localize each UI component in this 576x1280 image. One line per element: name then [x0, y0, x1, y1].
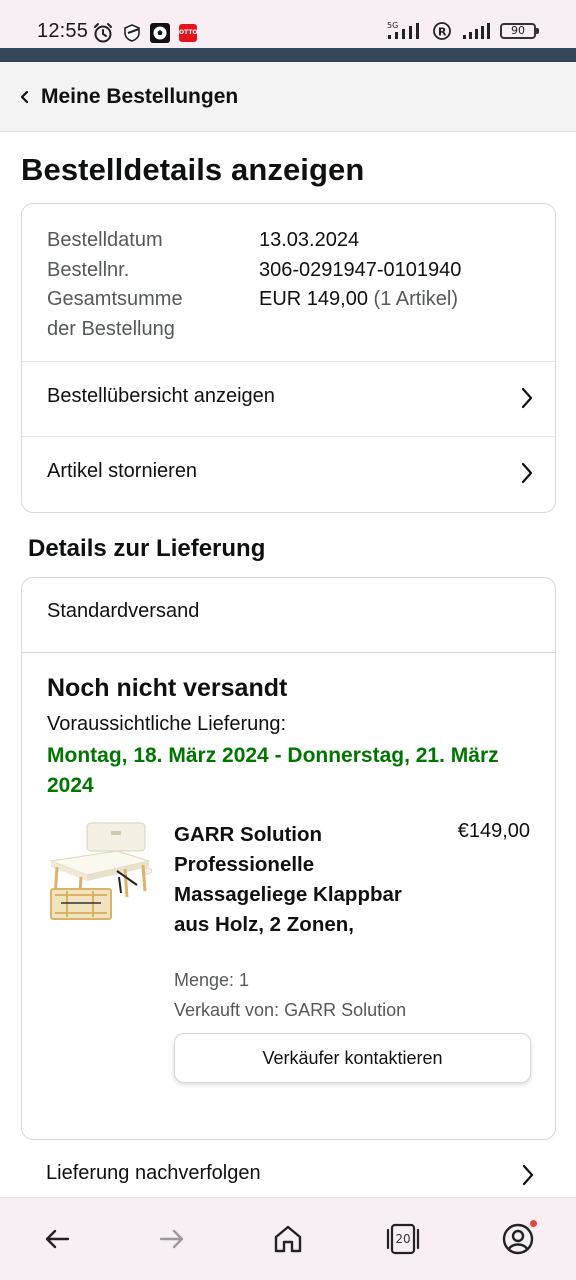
back-navigation-bar[interactable]: Meine Bestellungen — [0, 62, 576, 132]
tab-count: 20 — [395, 1232, 411, 1246]
cancel-items-label[interactable]: Artikel stornieren — [47, 460, 197, 483]
shield-icon — [124, 24, 140, 42]
expected-delivery-label: Voraussichtliche Lieferung: — [47, 713, 287, 735]
svg-text:R: R — [438, 26, 447, 39]
chevron-right-icon[interactable] — [522, 1164, 534, 1186]
chevron-right-icon[interactable] — [521, 387, 533, 409]
order-summary-card: Bestelldatum 13.03.2024 Bestellnr. 306-0… — [21, 203, 556, 513]
product-quantity: Menge: 1 — [174, 970, 250, 990]
delivery-card: Standardversand Noch nicht versandt Vora… — [21, 577, 556, 1140]
cancel-items-link[interactable]: Artikel stornieren — [22, 436, 555, 511]
order-number-value: 306-0291947-0101940 — [259, 258, 462, 281]
status-icons-left: OTTO — [92, 22, 198, 44]
expected-delivery-date: Montag, 18. März 2024 - Donnerstag, 21. … — [47, 744, 499, 797]
product-title[interactable]: GARR Solution Professionelle Massagelieg… — [174, 820, 424, 940]
account-button[interactable] — [501, 1220, 537, 1256]
view-order-summary-label[interactable]: Bestellübersicht anzeigen — [47, 385, 275, 408]
notification-dot — [530, 1220, 537, 1227]
roaming-icon: R — [433, 22, 451, 40]
shipping-method: Standardversand — [47, 600, 200, 622]
alarm-icon — [94, 23, 112, 43]
contact-seller-button[interactable]: Verkäufer kontaktieren — [174, 1033, 531, 1083]
signal-icon — [463, 23, 490, 39]
order-total-value: EUR 149,00 (1 Artikel) — [259, 285, 458, 315]
status-icons-right: 5G R 90 — [386, 21, 539, 41]
otto-label: OTTO — [179, 29, 198, 36]
order-total-label-line1: Gesamtsumme — [47, 288, 183, 310]
view-order-summary-link[interactable]: Bestellübersicht anzeigen — [22, 361, 555, 436]
order-number-label: Bestellnr. — [47, 258, 130, 281]
svg-text:5G: 5G — [387, 21, 398, 30]
home-icon[interactable] — [271, 1222, 305, 1256]
order-total-amount: EUR 149,00 — [259, 288, 368, 310]
signal-5g-icon: 5G — [387, 21, 419, 39]
page-title: Bestelldetails anzeigen — [21, 152, 365, 187]
order-total-label-line2: der Bestellung — [47, 317, 175, 340]
status-bar: 12:55 OTTO 5G R 90 — [0, 0, 576, 48]
divider — [22, 652, 555, 653]
order-date-label: Bestelldatum — [47, 229, 163, 251]
order-date-value: 13.03.2024 — [259, 229, 360, 251]
tabs-button[interactable]: 20 — [386, 1222, 420, 1256]
otto-app-icon: OTTO — [179, 24, 198, 42]
account-icon[interactable] — [501, 1222, 535, 1256]
product-image[interactable] — [47, 821, 152, 926]
track-delivery-link[interactable]: Lieferung nachverfolgen — [21, 1140, 556, 1198]
product-seller: Verkauft von: GARR Solution — [174, 1000, 407, 1020]
battery-icon: 90 — [500, 23, 539, 39]
browser-bottom-nav: 20 — [0, 1197, 576, 1280]
shipment-status: Noch nicht versandt — [47, 674, 288, 702]
delivery-section-title: Details zur Lieferung — [28, 535, 266, 562]
chevron-left-icon[interactable] — [18, 88, 32, 106]
forward-arrow-icon[interactable] — [155, 1222, 189, 1256]
top-band — [0, 48, 576, 62]
back-link-label[interactable]: Meine Bestellungen — [41, 85, 238, 109]
status-time: 12:55 — [37, 20, 89, 42]
soccer-ball-icon — [150, 23, 170, 43]
back-arrow-icon[interactable] — [40, 1222, 74, 1256]
track-delivery-label[interactable]: Lieferung nachverfolgen — [46, 1162, 261, 1185]
chevron-right-icon[interactable] — [521, 462, 533, 484]
order-total-items: (1 Artikel) — [373, 288, 458, 310]
product-price: €149,00 — [457, 820, 530, 842]
